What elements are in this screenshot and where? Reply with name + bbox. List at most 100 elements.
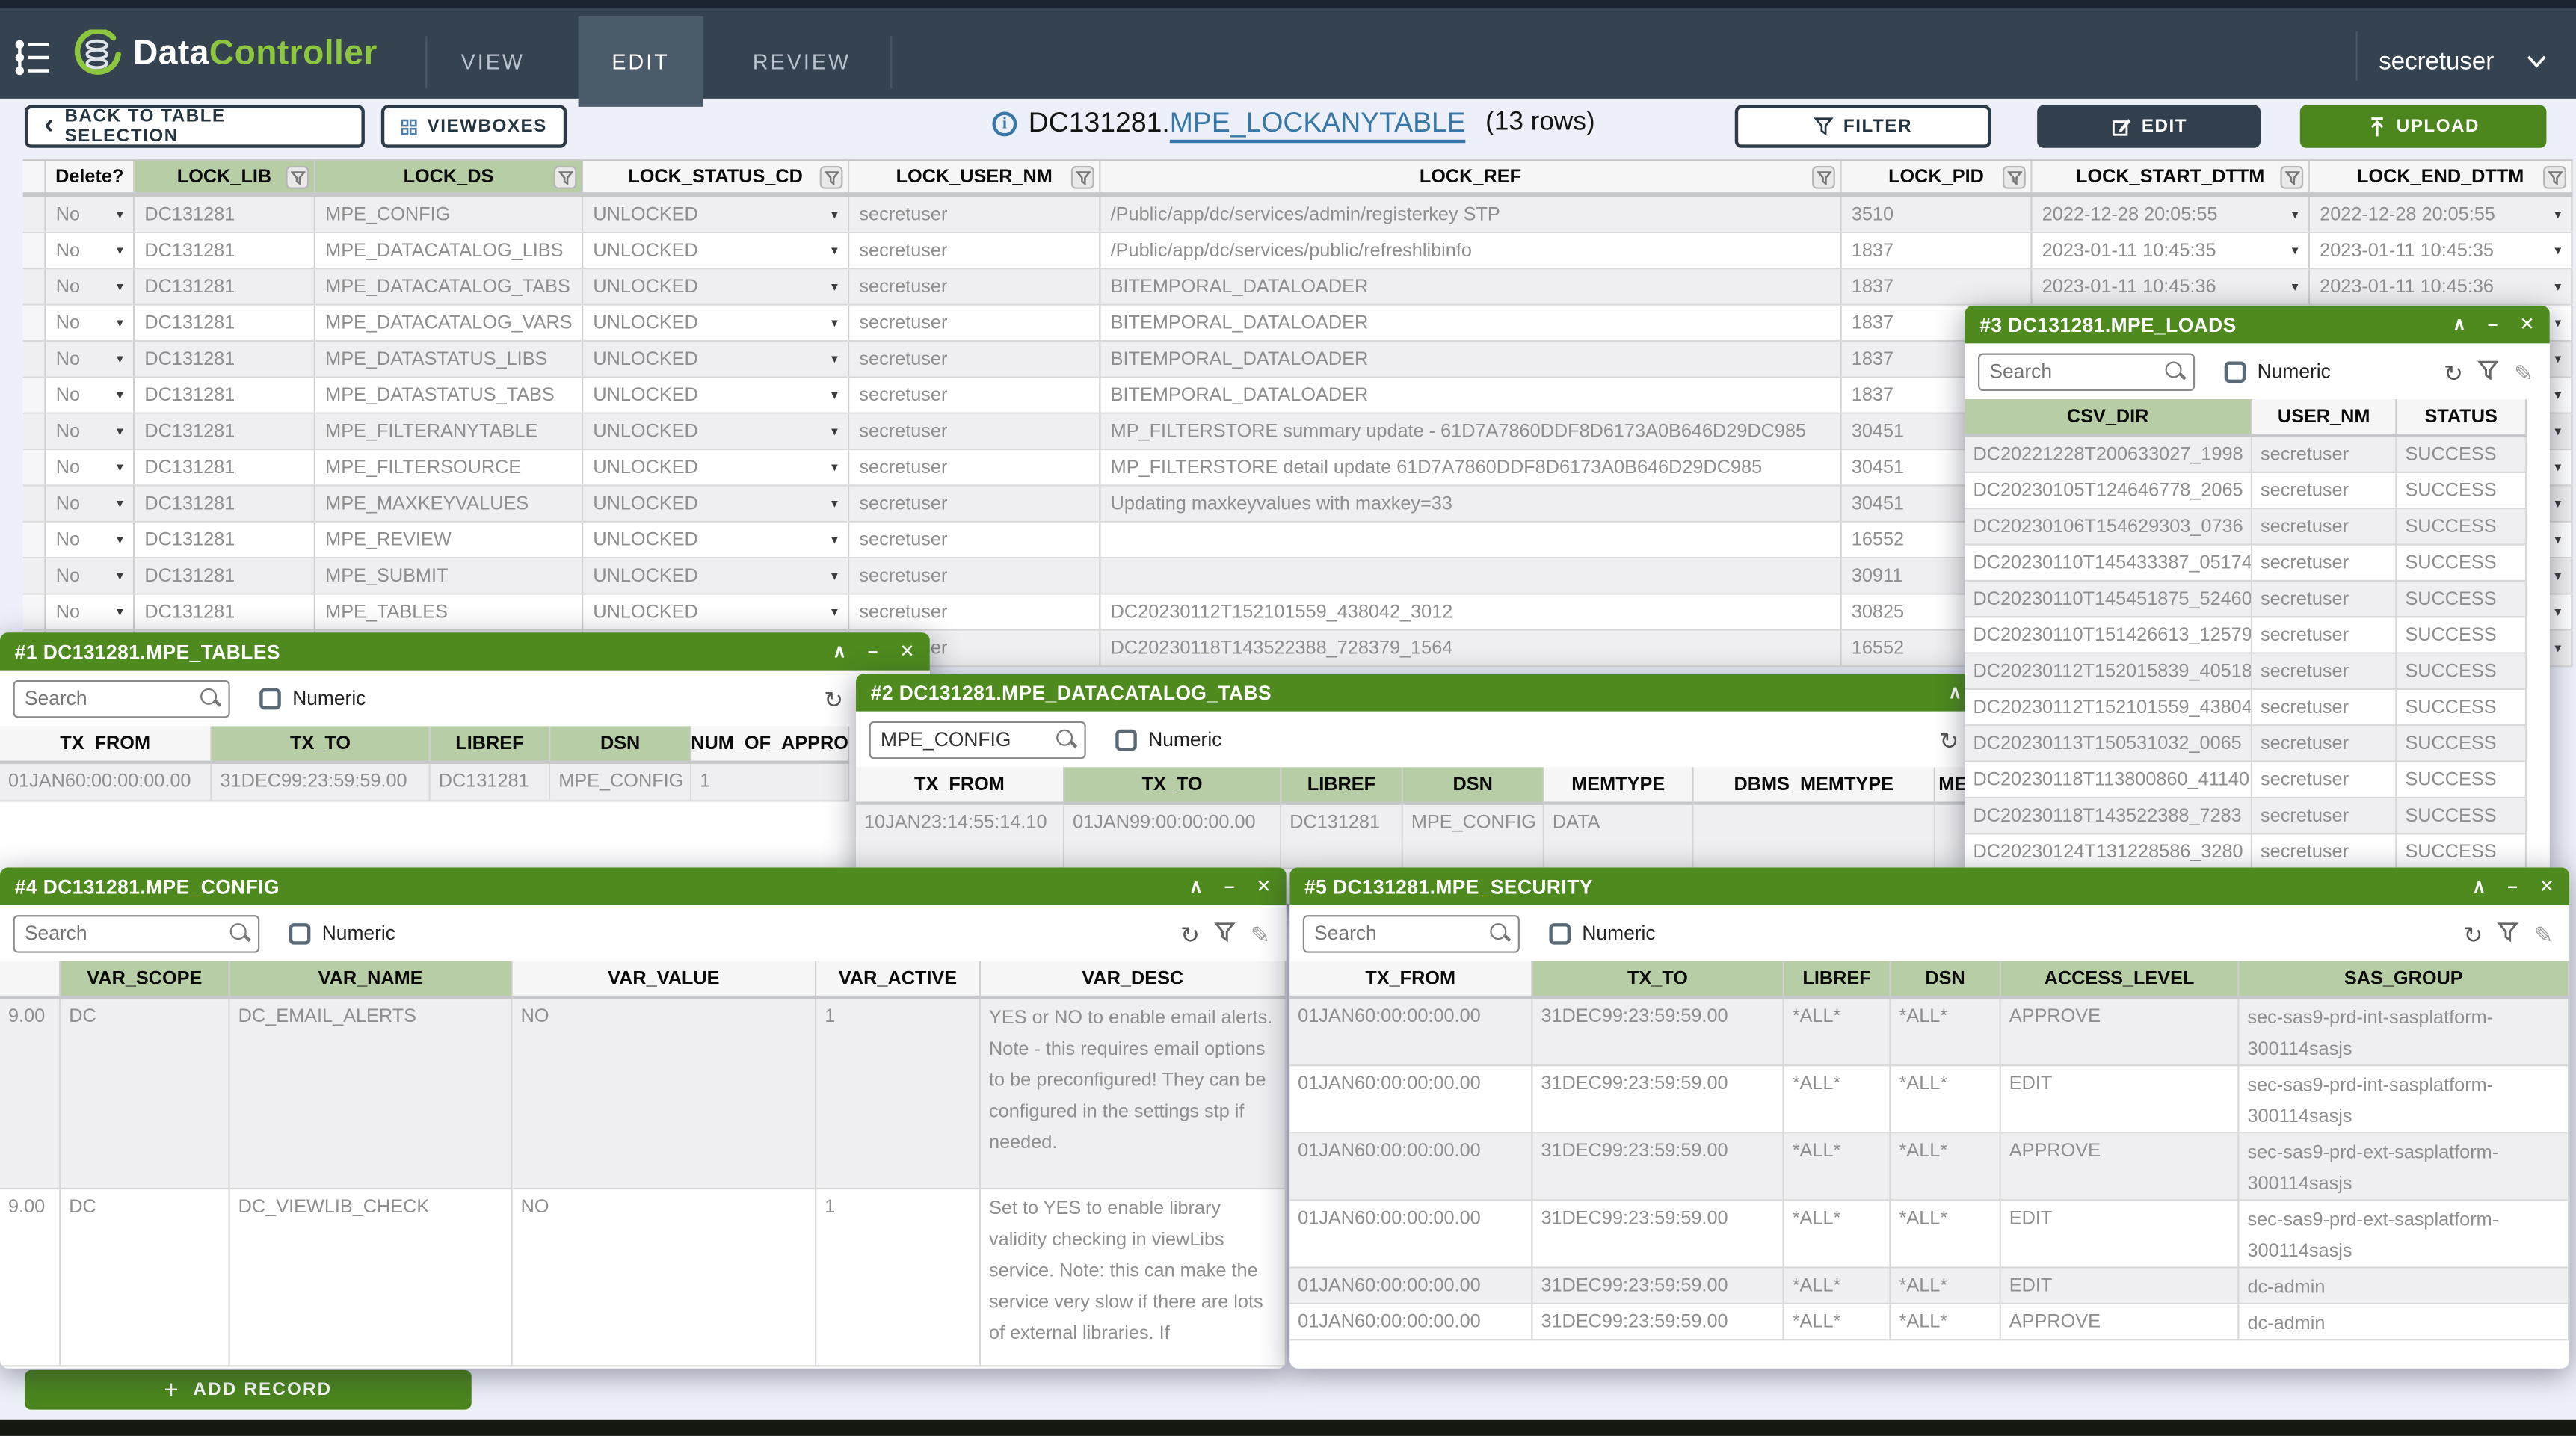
minimize-icon[interactable]: – [2488, 315, 2498, 334]
dropdown-cell-delete?[interactable]: No▾ [46, 450, 135, 484]
collapse-icon[interactable]: ∧ [1948, 682, 1962, 703]
dropdown-cell-lock_start_dttm[interactable]: 2023-01-11 10:45:35▾ [2033, 233, 2310, 268]
search-input[interactable] [1978, 352, 2195, 390]
dropdown-cell-delete?[interactable]: No▾ [46, 558, 135, 593]
minimize-icon[interactable]: – [2507, 876, 2518, 896]
edit-button[interactable]: EDIT [2037, 105, 2261, 148]
back-to-table-selection-button[interactable]: ‹ BACK TO TABLE SELECTION [25, 105, 365, 148]
row-gutter[interactable] [23, 378, 46, 412]
viewboxes-button[interactable]: VIEWBOXES [381, 105, 567, 148]
column-filter-button[interactable] [1812, 166, 1835, 189]
dropdown-cell-lock_status_cd[interactable]: UNLOCKED▾ [583, 595, 849, 629]
search-input[interactable] [13, 914, 260, 952]
close-icon[interactable]: ✕ [1256, 875, 1272, 897]
row-gutter[interactable] [23, 414, 46, 449]
numeric-checkbox[interactable] [2225, 360, 2246, 382]
collapse-icon[interactable]: ∧ [2473, 875, 2486, 897]
filter-icon[interactable] [1215, 922, 1236, 952]
filter-icon[interactable] [2498, 922, 2519, 952]
dropdown-cell-delete?[interactable]: No▾ [46, 197, 135, 232]
collapse-icon[interactable]: ∧ [833, 641, 846, 662]
numeric-checkbox[interactable] [289, 922, 311, 944]
row-gutter[interactable] [23, 233, 46, 268]
row-gutter[interactable] [23, 306, 46, 340]
dropdown-cell-delete?[interactable]: No▾ [46, 233, 135, 268]
info-icon[interactable]: i [992, 111, 1017, 135]
tab-review[interactable]: REVIEW [720, 16, 884, 107]
edit-pencil-icon[interactable]: ✎ [2533, 925, 2553, 948]
row-gutter[interactable] [23, 450, 46, 484]
numeric-checkbox[interactable] [1115, 729, 1137, 751]
refresh-icon[interactable]: ↻ [824, 690, 843, 713]
search-input[interactable] [13, 680, 230, 718]
dropdown-cell-delete?[interactable]: No▾ [46, 306, 135, 340]
numeric-checkbox[interactable] [1549, 922, 1571, 944]
column-filter-button[interactable] [286, 166, 309, 189]
row-gutter[interactable] [23, 595, 46, 629]
viewbox-titlebar[interactable]: #1 DC131281.MPE_TABLES∧–✕ [0, 632, 930, 671]
filter-icon[interactable] [2478, 360, 2500, 389]
dropdown-cell-lock_end_dttm[interactable]: 2022-12-28 20:05:55▾ [2310, 197, 2573, 232]
collapse-icon[interactable]: ∧ [1189, 875, 1203, 897]
edit-pencil-icon[interactable]: ✎ [2514, 363, 2533, 386]
dropdown-cell-lock_status_cd[interactable]: UNLOCKED▾ [583, 378, 849, 412]
dropdown-cell-lock_status_cd[interactable]: UNLOCKED▾ [583, 523, 849, 557]
dropdown-cell-lock_status_cd[interactable]: UNLOCKED▾ [583, 233, 849, 268]
dropdown-cell-lock_status_cd[interactable]: UNLOCKED▾ [583, 269, 849, 303]
add-record-button[interactable]: + ADD RECORD [25, 1370, 472, 1410]
numeric-checkbox[interactable] [259, 688, 281, 709]
dropdown-cell-delete?[interactable]: No▾ [46, 414, 135, 449]
column-filter-button[interactable] [1071, 166, 1094, 189]
dropdown-cell-lock_start_dttm[interactable]: 2023-01-11 10:45:36▾ [2033, 269, 2310, 303]
dropdown-cell-lock_start_dttm[interactable]: 2022-12-28 20:05:55▾ [2033, 197, 2310, 232]
row-gutter[interactable] [23, 523, 46, 557]
dropdown-cell-delete?[interactable]: No▾ [46, 487, 135, 521]
row-gutter[interactable] [23, 197, 46, 232]
filter-button[interactable]: FILTER [1735, 105, 1991, 148]
row-gutter[interactable] [23, 487, 46, 521]
tree-menu-icon[interactable] [13, 36, 56, 78]
dropdown-cell-lock_status_cd[interactable]: UNLOCKED▾ [583, 450, 849, 484]
viewbox-titlebar[interactable]: #2 DC131281.MPE_DATACATALOG_TABS∧–✕ [856, 674, 2045, 712]
column-filter-button[interactable] [2003, 166, 2026, 189]
search-input[interactable] [869, 721, 1086, 759]
viewbox-titlebar[interactable]: #3 DC131281.MPE_LOADS∧–✕ [1965, 306, 2549, 344]
search-input[interactable] [1303, 914, 1520, 952]
minimize-icon[interactable]: – [868, 641, 878, 661]
dropdown-cell-delete?[interactable]: No▾ [46, 269, 135, 303]
column-filter-button[interactable] [2543, 166, 2566, 189]
refresh-icon[interactable]: ↻ [1180, 925, 1200, 948]
dropdown-cell-lock_status_cd[interactable]: UNLOCKED▾ [583, 487, 849, 521]
row-gutter[interactable] [23, 342, 46, 376]
dropdown-cell-lock_status_cd[interactable]: UNLOCKED▾ [583, 558, 849, 593]
close-icon[interactable]: ✕ [2539, 875, 2555, 897]
dropdown-cell-lock_status_cd[interactable]: UNLOCKED▾ [583, 342, 849, 376]
viewbox-titlebar[interactable]: #4 DC131281.MPE_CONFIG∧–✕ [0, 867, 1287, 905]
dropdown-cell-delete?[interactable]: No▾ [46, 378, 135, 412]
tab-edit[interactable]: EDIT [579, 16, 703, 107]
dropdown-cell-delete?[interactable]: No▾ [46, 595, 135, 629]
edit-pencil-icon[interactable]: ✎ [1251, 925, 1270, 948]
dropdown-cell-lock_status_cd[interactable]: UNLOCKED▾ [583, 414, 849, 449]
upload-button[interactable]: UPLOAD [2300, 105, 2547, 148]
row-gutter[interactable] [23, 558, 46, 593]
dropdown-cell-lock_status_cd[interactable]: UNLOCKED▾ [583, 197, 849, 232]
collapse-icon[interactable]: ∧ [2453, 314, 2466, 336]
refresh-icon[interactable]: ↻ [2464, 925, 2483, 948]
minimize-icon[interactable]: – [1224, 876, 1235, 896]
tab-view[interactable]: VIEW [431, 16, 555, 107]
dropdown-cell-lock_end_dttm[interactable]: 2023-01-11 10:45:36▾ [2310, 269, 2573, 303]
column-filter-button[interactable] [554, 166, 577, 189]
viewbox-titlebar[interactable]: #5 DC131281.MPE_SECURITY∧–✕ [1289, 867, 2569, 905]
dropdown-cell-delete?[interactable]: No▾ [46, 342, 135, 376]
row-gutter[interactable] [23, 269, 46, 303]
refresh-icon[interactable]: ↻ [2444, 363, 2463, 386]
dropdown-cell-lock_end_dttm[interactable]: 2023-01-11 10:45:35▾ [2310, 233, 2573, 268]
refresh-icon[interactable]: ↻ [1939, 731, 1959, 754]
dropdown-cell-delete?[interactable]: No▾ [46, 523, 135, 557]
title-table-link[interactable]: MPE_LOCKANYTABLE [1170, 107, 1466, 143]
column-filter-button[interactable] [820, 166, 843, 189]
column-filter-button[interactable] [2280, 166, 2303, 189]
user-menu[interactable]: secretuser [2379, 16, 2546, 107]
close-icon[interactable]: ✕ [2519, 314, 2535, 336]
